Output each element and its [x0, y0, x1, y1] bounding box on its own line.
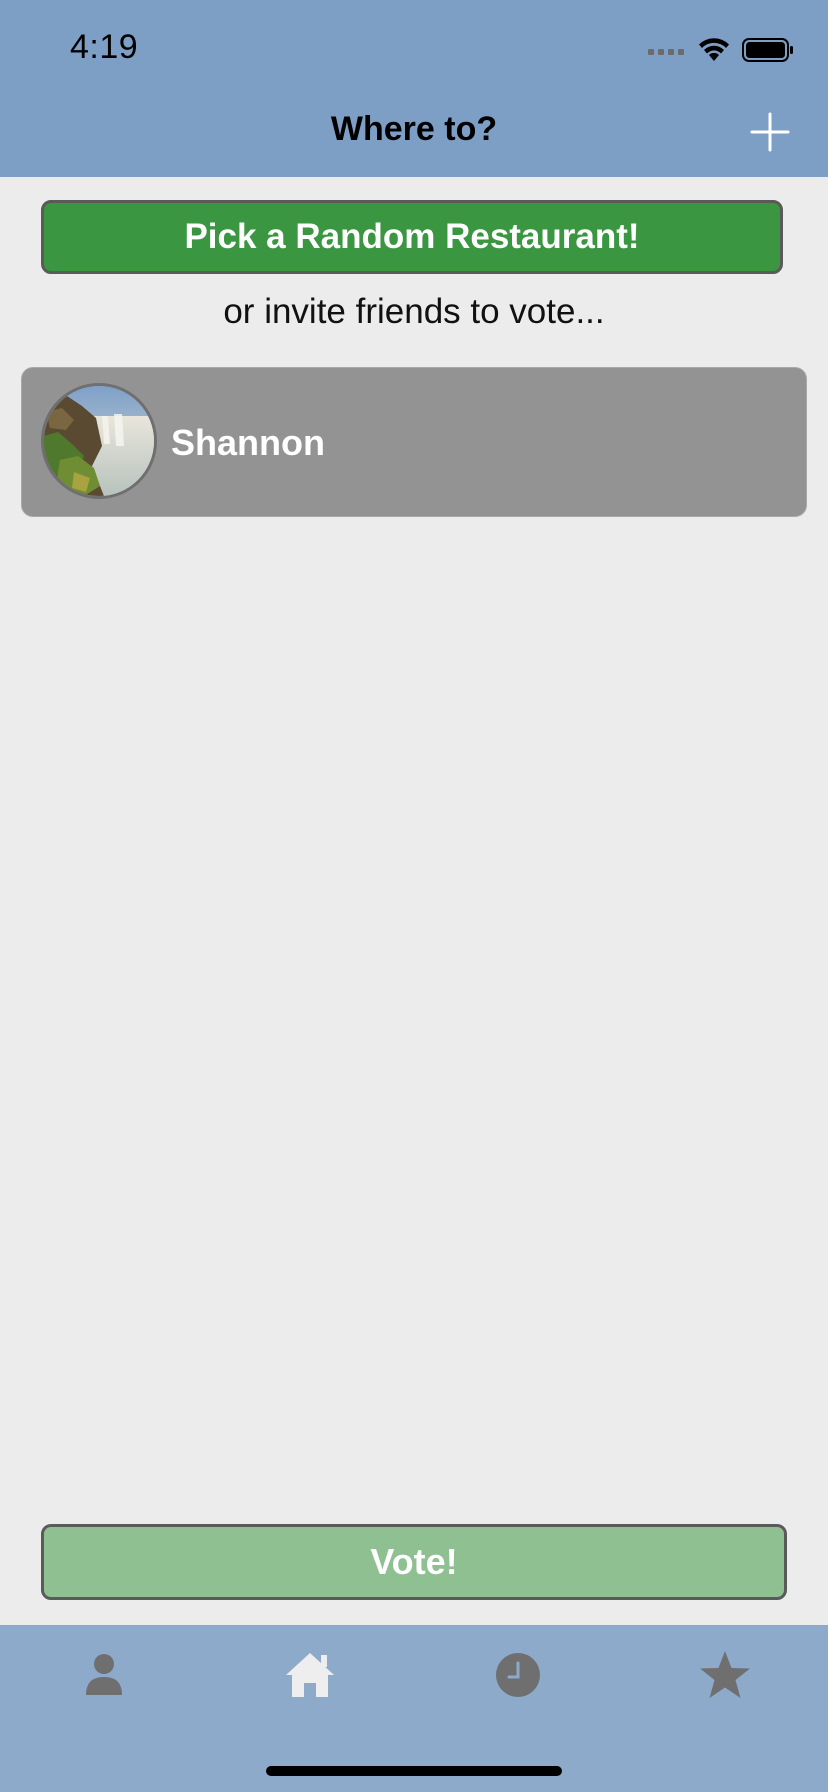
clock-icon [496, 1653, 540, 1697]
vote-button-label: Vote! [370, 1541, 458, 1582]
plus-icon [750, 112, 790, 152]
star-icon [700, 1651, 750, 1698]
waterfall-photo [44, 386, 154, 496]
home-indicator [266, 1766, 562, 1776]
tab-bar [0, 1625, 828, 1792]
friend-name: Shannon [171, 422, 325, 463]
avatar [41, 383, 157, 499]
person-icon [86, 1654, 122, 1695]
pick-random-restaurant-button[interactable]: Pick a Random Restaurant! [41, 200, 783, 274]
battery-icon [742, 38, 793, 62]
invite-friends-text: or invite friends to vote... [223, 292, 605, 331]
status-indicators [648, 36, 794, 64]
tab-profile[interactable] [69, 1645, 139, 1705]
add-button[interactable] [750, 112, 790, 152]
tab-history[interactable] [483, 1645, 553, 1705]
page-title: Where to? [330, 110, 498, 148]
vote-button[interactable]: Vote! [41, 1524, 787, 1600]
tab-home[interactable] [275, 1645, 345, 1705]
signal-icon [648, 49, 684, 55]
friend-list-item[interactable]: Shannon [21, 367, 807, 517]
pick-random-restaurant-label: Pick a Random Restaurant! [184, 217, 640, 256]
tab-favorites[interactable] [690, 1645, 760, 1705]
status-time: 4:19 [70, 28, 139, 66]
home-icon [286, 1653, 334, 1697]
navigation-header: 4:19 Where to? [0, 0, 828, 177]
wifi-icon [699, 38, 729, 61]
